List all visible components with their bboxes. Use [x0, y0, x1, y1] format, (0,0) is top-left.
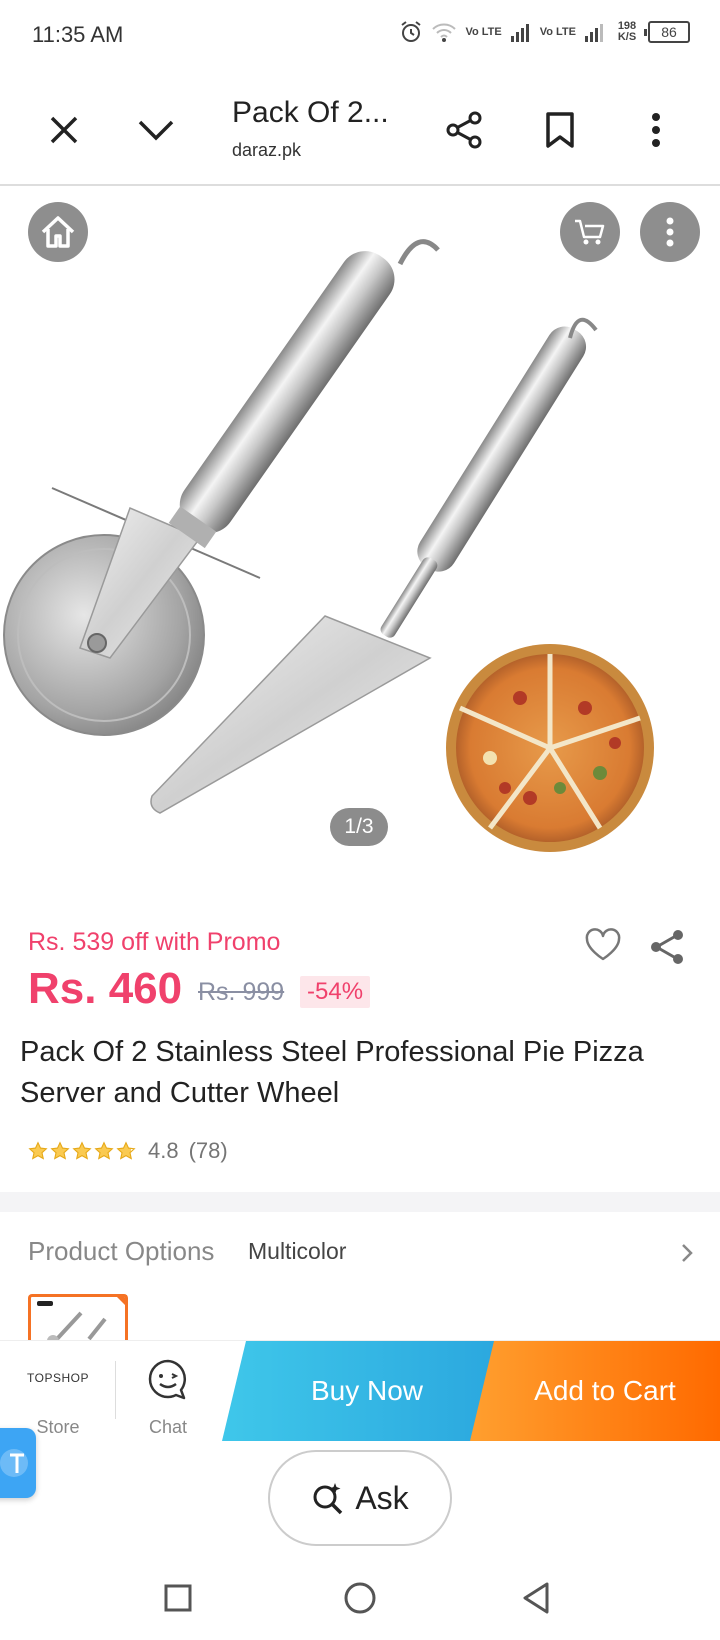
star-icon: [50, 1141, 70, 1160]
store-logo: TOPSHOP: [27, 1371, 89, 1385]
system-nav-bar: [0, 1556, 720, 1640]
signal-icon: [510, 24, 529, 42]
assistant-icon: [0, 1449, 28, 1477]
section-divider: [0, 1192, 720, 1212]
status-bar: 11:35 AM Vo LTE Vo LTE 198 K/S 86: [0, 0, 720, 72]
close-icon: [50, 116, 78, 144]
product-share-button[interactable]: [648, 928, 686, 971]
chevron-down-icon: [138, 120, 174, 141]
square-icon: [164, 1584, 192, 1612]
share-button[interactable]: [436, 102, 492, 158]
rating-value: 4.8: [148, 1138, 179, 1163]
ai-search-icon: [313, 1483, 343, 1515]
discount-badge: -54%: [300, 976, 371, 1008]
store-button[interactable]: TOPSHOP Store: [0, 1341, 116, 1441]
image-pager: 1/3: [330, 808, 388, 846]
chat-icon: [148, 1359, 187, 1400]
triangle-back-icon: [523, 1582, 549, 1614]
alarm-icon: [401, 21, 422, 42]
wishlist-button[interactable]: [584, 928, 622, 967]
product-options-row[interactable]: Product Options Multicolor: [28, 1236, 694, 1276]
rating-count: (78): [188, 1138, 228, 1163]
signal-icon: [585, 24, 603, 42]
rating-stars: [28, 1141, 136, 1161]
ask-label: Ask: [355, 1479, 409, 1516]
home-icon: [41, 216, 75, 248]
promo-text[interactable]: Rs. 539 off with Promo: [28, 928, 280, 957]
network-type-2: Vo LTE: [539, 25, 576, 38]
product-rating[interactable]: 4.8 (78): [28, 1138, 228, 1164]
battery-icon: 86: [644, 21, 690, 43]
bottom-action-bar: TOPSHOP Store Chat Buy Now Add to Cart: [0, 1340, 720, 1441]
share-icon: [651, 930, 683, 964]
current-price: Rs. 460: [28, 964, 183, 1013]
option-thumbnail-image: [37, 1297, 125, 1340]
recents-button[interactable]: [156, 1576, 200, 1620]
divider: [115, 1361, 116, 1419]
chevron-right-icon: [682, 1244, 693, 1262]
bookmark-icon: [546, 112, 574, 148]
circle-icon: [344, 1582, 376, 1614]
page-title[interactable]: Pack Of 2...: [232, 96, 389, 130]
close-button[interactable]: [36, 102, 92, 158]
star-icon: [116, 1141, 136, 1160]
cart-button[interactable]: [560, 202, 620, 262]
wifi-icon: [432, 23, 457, 42]
star-icon: [72, 1141, 92, 1160]
floating-assistant-button[interactable]: [0, 1428, 36, 1498]
cart-icon: [575, 219, 605, 245]
bookmark-button[interactable]: [532, 102, 588, 158]
chat-button[interactable]: Chat: [118, 1341, 218, 1441]
collapse-button[interactable]: [128, 102, 184, 158]
status-icons: Vo LTE Vo LTE 198 K/S 86: [399, 20, 690, 44]
page-url[interactable]: daraz.pk: [232, 140, 301, 161]
network-type-1: Vo LTE: [465, 25, 502, 38]
more-vertical-icon: [666, 217, 674, 247]
star-icon: [28, 1141, 48, 1160]
ask-button[interactable]: Ask: [268, 1450, 452, 1546]
product-image-gallery[interactable]: 1/3: [0, 188, 720, 888]
gallery-more-button[interactable]: [640, 202, 700, 262]
product-image[interactable]: [0, 188, 720, 888]
chat-label: Chat: [148, 1417, 188, 1437]
home-nav-button[interactable]: [338, 1576, 382, 1620]
options-label: Product Options: [28, 1236, 215, 1266]
clock: 11:35 AM: [32, 22, 124, 47]
option-thumbnail[interactable]: [28, 1294, 128, 1340]
buy-now-button[interactable]: Buy Now: [222, 1341, 512, 1441]
product-title: Pack Of 2 Stainless Steel Professional P…: [20, 1036, 644, 1109]
heart-icon: [585, 928, 621, 961]
options-value: Multicolor: [248, 1238, 347, 1264]
original-price: Rs. 999: [198, 978, 285, 1006]
more-options-button[interactable]: [628, 102, 684, 158]
share-icon: [446, 111, 482, 149]
home-button[interactable]: [28, 202, 88, 262]
more-vertical-icon: [652, 113, 660, 147]
add-to-cart-button[interactable]: Add to Cart: [470, 1341, 720, 1441]
browser-toolbar: Pack Of 2... daraz.pk: [0, 72, 720, 186]
star-icon: [94, 1141, 114, 1160]
data-speed: 198 K/S: [617, 20, 637, 43]
back-button[interactable]: [514, 1576, 558, 1620]
